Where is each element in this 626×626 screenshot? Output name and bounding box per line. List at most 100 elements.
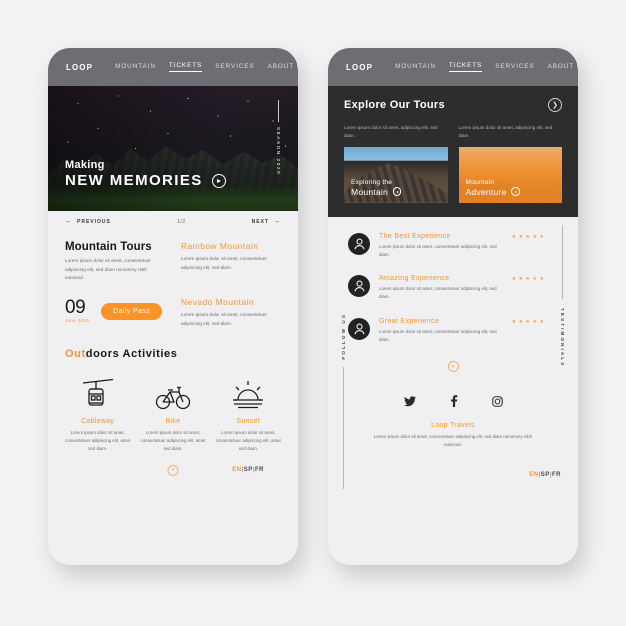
lang-sp[interactable]: SP xyxy=(244,467,253,473)
explore-section: Explore Our Tours ❯ Lorem ipsum dolor si… xyxy=(328,86,578,217)
tour-card-mountain-adventure[interactable]: Lorem ipsum dolor sit amet, adipiscing e… xyxy=(458,124,562,203)
cableway-icon xyxy=(65,376,130,410)
testimonial-list: The Best Experience Lorem ipsum dolor si… xyxy=(328,232,578,345)
testimonial-paragraph-3: Lorem ipsum dolor sit amet, consectetuer… xyxy=(379,329,497,343)
tour-item-rainbow[interactable]: Rainbow Mountain Lorem ipsum dolor sit a… xyxy=(181,241,281,283)
arrow-right-icon: → xyxy=(272,218,281,225)
chevron-right-circle-icon[interactable]: ❯ xyxy=(548,98,562,112)
rating-stars-3: ★ ★ ★ ★ ★ xyxy=(512,318,544,325)
lang-sp-b[interactable]: SP xyxy=(541,472,550,478)
hero-eyebrow: Making xyxy=(65,159,105,171)
nav-link-mountain-b[interactable]: MOUNTAIN xyxy=(395,63,436,72)
instagram-icon[interactable] xyxy=(491,394,503,412)
star-icon: ★ xyxy=(532,233,538,240)
follow-us-rail-label: FOLLOW US xyxy=(341,312,346,360)
play-icon-card-1[interactable] xyxy=(392,187,402,196)
nav-link-services[interactable]: SERVICES xyxy=(215,63,254,72)
star-icon: ★ xyxy=(511,233,517,240)
testimonial-paragraph-2: Lorem ipsum dolor sit amet, consectetuer… xyxy=(379,286,497,300)
user-icon-3 xyxy=(348,318,370,341)
next-button[interactable]: NEXT → xyxy=(252,218,281,225)
testimonial-row-2[interactable]: Amazing Experience Lorem ipsum dolor sit… xyxy=(348,275,544,301)
nav-link-mountain[interactable]: MOUNTAIN xyxy=(115,63,156,72)
date-month: June 2020 xyxy=(65,318,90,324)
arrow-left-icon: ← xyxy=(65,218,73,225)
activities-heading-rest: doors Activities xyxy=(85,348,178,361)
play-icon[interactable] xyxy=(211,173,226,188)
play-icon-card-2[interactable] xyxy=(511,187,520,196)
star-icon: ★ xyxy=(539,233,544,240)
nav-link-tickets[interactable]: TICKETS xyxy=(168,62,203,72)
star-icon: ★ xyxy=(518,233,524,240)
section-title-mountain-tours: Mountain Tours xyxy=(65,241,152,253)
chevron-down-circle-icon-b[interactable]: ▾ xyxy=(447,361,459,373)
activities-heading-accent: Out xyxy=(65,348,86,361)
tour-paragraph-nevado: Lorem ipsum dolor sit amet, consectetuer… xyxy=(181,312,267,326)
star-icon: ★ xyxy=(511,276,517,283)
tour-card-image-desert: Mountain Adventure xyxy=(458,146,562,203)
star-icon: ★ xyxy=(511,319,517,326)
nav-links-b: MOUNTAIN TICKETS SERVICES ABOUT US xyxy=(395,62,578,72)
activity-cableway[interactable]: Cableway Lorem ipsum dolor sit amet, con… xyxy=(65,376,130,453)
twitter-icon[interactable] xyxy=(403,394,416,412)
section-title-activities: Outdoors Activities xyxy=(65,348,281,360)
tour-title-rainbow: Rainbow Mountain xyxy=(181,241,259,251)
tour-item-nevado[interactable]: Nevado Mountain Lorem ipsum dolor sit am… xyxy=(181,283,281,328)
tour-card-exploring-mountain[interactable]: Lorem ipsum dolor sit amet, adipiscing e… xyxy=(344,124,448,203)
tour-card-caption-line1-2: Mountain xyxy=(465,178,495,186)
tour-title-nevado: Nevado Mountain xyxy=(181,297,255,308)
language-selector[interactable]: EN|SP|FR xyxy=(232,467,264,473)
lang-en[interactable]: EN xyxy=(232,467,241,473)
tour-card-caption-line2-1: Mountain xyxy=(351,186,388,197)
lang-fr[interactable]: FR xyxy=(255,467,264,473)
star-icon: ★ xyxy=(539,276,544,283)
testimonials-rail: TESTIMONIALS xyxy=(560,224,565,449)
rating-stars-2: ★ ★ ★ ★ ★ xyxy=(512,275,544,282)
testimonial-row-1[interactable]: The Best Experience Lorem ipsum dolor si… xyxy=(348,232,544,259)
previous-button[interactable]: ← PREVIOUS xyxy=(65,218,111,225)
activity-name-sunset: Sunset xyxy=(236,418,261,426)
star-icon: ★ xyxy=(539,319,544,326)
navbar-screen-b: LOOP MOUNTAIN TICKETS SERVICES ABOUT US xyxy=(328,48,578,86)
testimonial-body-3: Great Experience Lorem ipsum dolor sit a… xyxy=(379,318,503,344)
season-marker: SEASON 2020 xyxy=(276,100,281,175)
nav-link-tickets-b[interactable]: TICKETS xyxy=(448,62,483,72)
testimonials-rail-label: TESTIMONIALS xyxy=(560,307,565,368)
sunset-icon xyxy=(216,376,281,410)
tours-row-2: 09 June 2020 Daily Pass Nevado Mountain … xyxy=(65,283,281,328)
lang-en-b[interactable]: EN xyxy=(529,472,538,478)
activity-bike[interactable]: Bike Lorem ipsum dolor sit amet, consect… xyxy=(140,376,205,453)
brand-logo[interactable]: LOOP xyxy=(66,63,93,72)
star-icon: ★ xyxy=(518,319,524,326)
nav-link-about-us[interactable]: ABOUT US xyxy=(268,63,298,72)
tour-card-paragraph-2: Lorem ipsum dolor sit amet, adipiscing e… xyxy=(458,125,553,139)
activity-name-bike: Bike xyxy=(165,418,181,426)
brand-logo-b[interactable]: LOOP xyxy=(346,63,373,72)
nav-link-about-us-b[interactable]: ABOUT US xyxy=(548,63,578,72)
tours-intro: Mountain Tours Lorem ipsum dolor sit ame… xyxy=(65,241,165,283)
nav-link-services-b[interactable]: SERVICES xyxy=(495,63,534,72)
star-icon: ★ xyxy=(525,319,531,326)
testimonial-row-3[interactable]: Great Experience Lorem ipsum dolor sit a… xyxy=(348,318,544,344)
tour-card-caption-2: Mountain Adventure xyxy=(466,179,520,197)
footer-paragraph: Lorem ipsum dolor sit amet, consectetuer… xyxy=(373,434,533,448)
tour-card-caption-row-1: Mountain xyxy=(351,186,402,197)
activity-name-cableway: Cableway xyxy=(81,418,115,426)
testimonial-paragraph-1: Lorem ipsum dolor sit amet, consectetuer… xyxy=(379,243,497,257)
testimonial-body-2: Amazing Experience Lorem ipsum dolor sit… xyxy=(379,275,503,301)
chevron-down-circle-icon[interactable]: ▾ xyxy=(167,464,179,476)
social-links xyxy=(328,394,578,412)
date-pass-block: 09 June 2020 Daily Pass xyxy=(65,283,165,328)
testimonial-title-2: Amazing Experience xyxy=(379,275,450,283)
activity-sunset[interactable]: Sunset Lorem ipsum dolor sit amet, conse… xyxy=(216,376,281,453)
language-selector-b[interactable]: EN|SP|FR xyxy=(529,472,561,478)
activities-section: Outdoors Activities Cableway Lorem ipsum… xyxy=(65,348,281,453)
phone-mockup-tours: LOOP MOUNTAIN TICKETS SERVICES ABOUT US … xyxy=(328,48,578,565)
follow-us-rail-line xyxy=(343,367,344,489)
daily-pass-button[interactable]: Daily Pass xyxy=(101,302,163,320)
tour-paragraph-rainbow: Lorem ipsum dolor sit amet, consectetuer… xyxy=(181,256,267,270)
date-row: 09 June 2020 Daily Pass xyxy=(65,298,165,324)
activity-paragraph-cableway: Lorem ipsum dolor sit amet, consectetuer… xyxy=(65,430,131,452)
lang-fr-b[interactable]: FR xyxy=(552,472,561,478)
facebook-icon[interactable] xyxy=(450,394,458,412)
